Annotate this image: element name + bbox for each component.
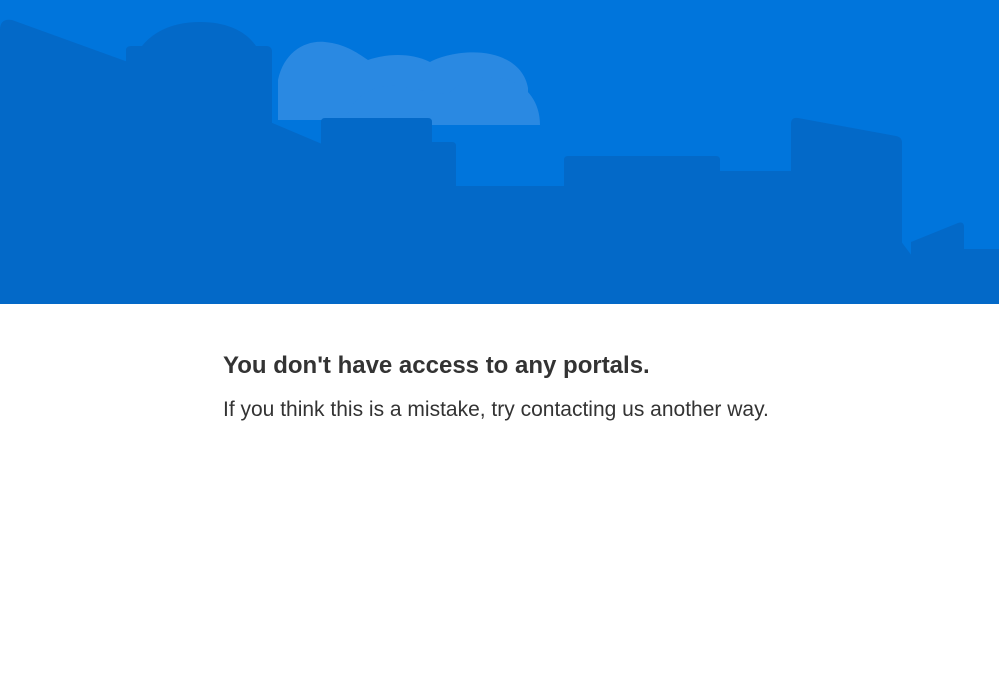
page: You don't have access to any portals. If…: [0, 0, 999, 677]
hero-banner: [0, 0, 999, 304]
error-content: You don't have access to any portals. If…: [223, 350, 923, 424]
error-message: If you think this is a mistake, try cont…: [223, 398, 769, 421]
error-title: You don't have access to any portals.: [223, 352, 650, 379]
city-skyline-icon: [0, 0, 999, 304]
